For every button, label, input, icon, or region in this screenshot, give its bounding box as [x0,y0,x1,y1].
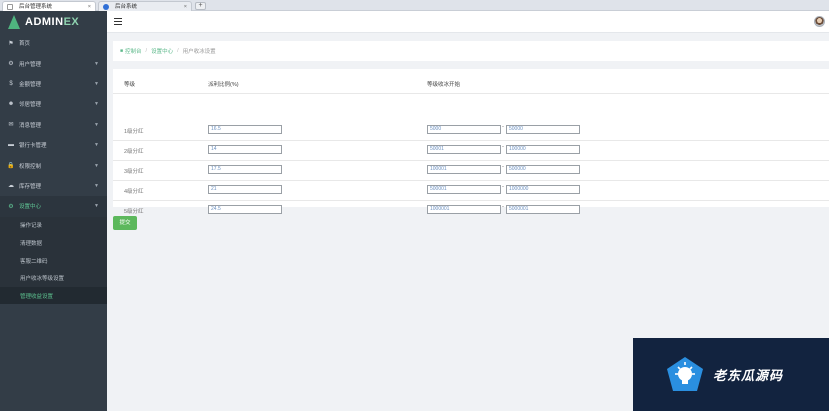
browser-tab-strip: 后台管理系统 × 后台系统 × + [0,0,829,11]
tab-label: 后台管理系统 [19,4,53,10]
dollar-icon: $ [9,80,13,87]
sidebar-item-permissions[interactable]: 🔒 权限控制 ▼ [0,155,107,175]
submenu-item-level-settings[interactable]: 用户收冰等级设置 [0,269,107,287]
breadcrumb-home[interactable]: 控制台 [125,47,142,55]
lock-icon: 🔒 [7,163,15,170]
ratio-input[interactable]: 17.5 [208,165,282,174]
caret-down-icon: ▼ [94,203,99,210]
range-to-input[interactable]: 100000 [506,145,580,154]
breadcrumb-current: 用户收冰设置 [182,49,216,55]
ratio-input[interactable]: 14 [208,145,282,154]
level-label: 2级分红 [124,149,144,155]
level-label: 1级分红 [124,129,144,135]
header-level: 等级 [124,82,136,88]
range-dash: - [502,164,504,170]
level-label: 5级分红 [124,209,144,215]
caret-down-icon: ▼ [94,60,99,67]
gear-icon: ⚙ [8,203,14,210]
submenu-item-operation-log[interactable]: 操作记录 [0,217,107,235]
submenu-item-clear-data[interactable]: 清理数据 [0,234,107,252]
home-icon: ■ [120,48,124,54]
sidebar-item-neighbors[interactable]: ☻ 邻居管理 ▼ [0,94,107,114]
table-row: 4级分红 21 500001 - 1000000 [113,181,829,201]
flag-icon: ⚑ [8,40,14,47]
ratio-input[interactable]: 16.5 [208,125,282,134]
sidebar-item-home[interactable]: ⚑ 首页 [0,33,107,53]
logo-mark-icon [8,15,20,29]
logo[interactable]: ADMINEX [0,11,107,33]
breadcrumb-section[interactable]: 设置中心 [151,47,173,55]
range-to-input[interactable]: 5000001 [506,205,580,214]
table-row: 1级分红 16.5 5000 - 50000 [113,121,829,141]
submit-button[interactable]: 提交 [113,216,137,230]
card-icon: ▬ [8,142,14,149]
sidebar-item-messages[interactable]: ✉ 消息管理 ▼ [0,115,107,135]
breadcrumb-separator: / [145,48,148,54]
caret-down-icon: ▼ [94,182,99,189]
users-icon: ☻ [7,101,15,108]
watermark-text: 老东瓜源码 [713,369,784,384]
sidebar: ADMINEX ⚑ 首页 ⚙ 用户管理 ▼ $ 金额管理 ▼ ☻ 邻居管理 ▼ ✉ 消息管理 ▼ … [0,11,107,411]
top-header [107,11,829,33]
range-dash: - [502,184,504,190]
range-dash: - [502,124,504,130]
ratio-input[interactable]: 21 [208,185,282,194]
submenu-item-qr-code[interactable]: 客服二维码 [0,252,107,270]
range-from-input[interactable]: 50001 [427,145,501,154]
range-from-input[interactable]: 1000001 [427,205,501,214]
sidebar-item-settings[interactable]: ⚙ 设置中心 ▼ [0,196,107,217]
header-range: 等级收冰开始 [427,82,461,88]
caret-down-icon: ▼ [94,121,99,128]
ratio-input[interactable]: 24.5 [208,205,282,214]
table-row: 2级分红 14 50001 - 100000 [113,141,829,161]
sidebar-item-bank-cards[interactable]: ▬ 银行卡管理 ▼ [0,135,107,155]
caret-down-icon: ▼ [94,142,99,149]
sidebar-item-money[interactable]: $ 金额管理 ▼ [0,74,107,94]
menu-toggle-icon[interactable] [114,18,122,27]
logo-text: ADMINEX [25,16,80,28]
level-label: 4级分红 [124,189,144,195]
submenu-item-earnings-settings[interactable]: 管理收益设置 [0,286,107,305]
breadcrumb: ■ 控制台 / 设置中心 / 用户收冰设置 [113,41,829,61]
table-row: 3级分红 17.5 100001 - 500000 [113,161,829,181]
caret-down-icon: ▼ [94,162,99,169]
settings-panel: 等级 派利比例(%) 等级收冰开始 1级分红 16.5 5000 - 50000… [113,69,829,215]
sidebar-menu: ⚑ 首页 ⚙ 用户管理 ▼ $ 金额管理 ▼ ☻ 邻居管理 ▼ ✉ 消息管理 ▼ ▬ 银行卡管理 ▼ … [0,33,107,217]
header-ratio: 派利比例(%) [208,82,239,88]
range-dash: - [502,204,504,210]
browser-tab-active[interactable]: 后台管理系统 × [2,1,96,11]
range-dash: - [502,144,504,150]
gear-icon: ⚙ [8,61,14,68]
breadcrumb-separator: / [177,48,179,54]
sidebar-item-users[interactable]: ⚙ 用户管理 ▼ [0,53,107,73]
new-tab-button[interactable]: + [195,2,206,10]
range-to-input[interactable]: 1000000 [506,185,580,194]
globe-icon [103,4,109,10]
table-header: 等级 派利比例(%) 等级收冰开始 [113,69,829,94]
range-from-input[interactable]: 500001 [427,185,501,194]
watermark: 老东瓜源码 [633,338,829,411]
lightbulb-logo-icon [663,353,707,397]
table-row: 5级分红 24.5 1000001 - 5000001 [113,201,829,221]
settings-submenu: 操作记录 清理数据 客服二维码 用户收冰等级设置 管理收益设置 [0,216,107,305]
megaphone-icon: ✉ [8,122,14,129]
sidebar-item-inventory[interactable]: ☁ 库存管理 ▼ [0,176,107,196]
caret-down-icon: ▼ [94,101,99,108]
page-icon [7,4,13,10]
range-to-input[interactable]: 50000 [506,125,580,134]
cloud-icon: ☁ [8,183,14,190]
avatar[interactable] [814,16,825,27]
range-from-input[interactable]: 100001 [427,165,501,174]
tab-label: 后台系统 [115,4,138,10]
range-to-input[interactable]: 500000 [506,165,580,174]
browser-tab[interactable]: 后台系统 × [98,1,192,11]
range-from-input[interactable]: 5000 [427,125,501,134]
level-label: 3级分红 [124,169,144,175]
caret-down-icon: ▼ [94,80,99,87]
